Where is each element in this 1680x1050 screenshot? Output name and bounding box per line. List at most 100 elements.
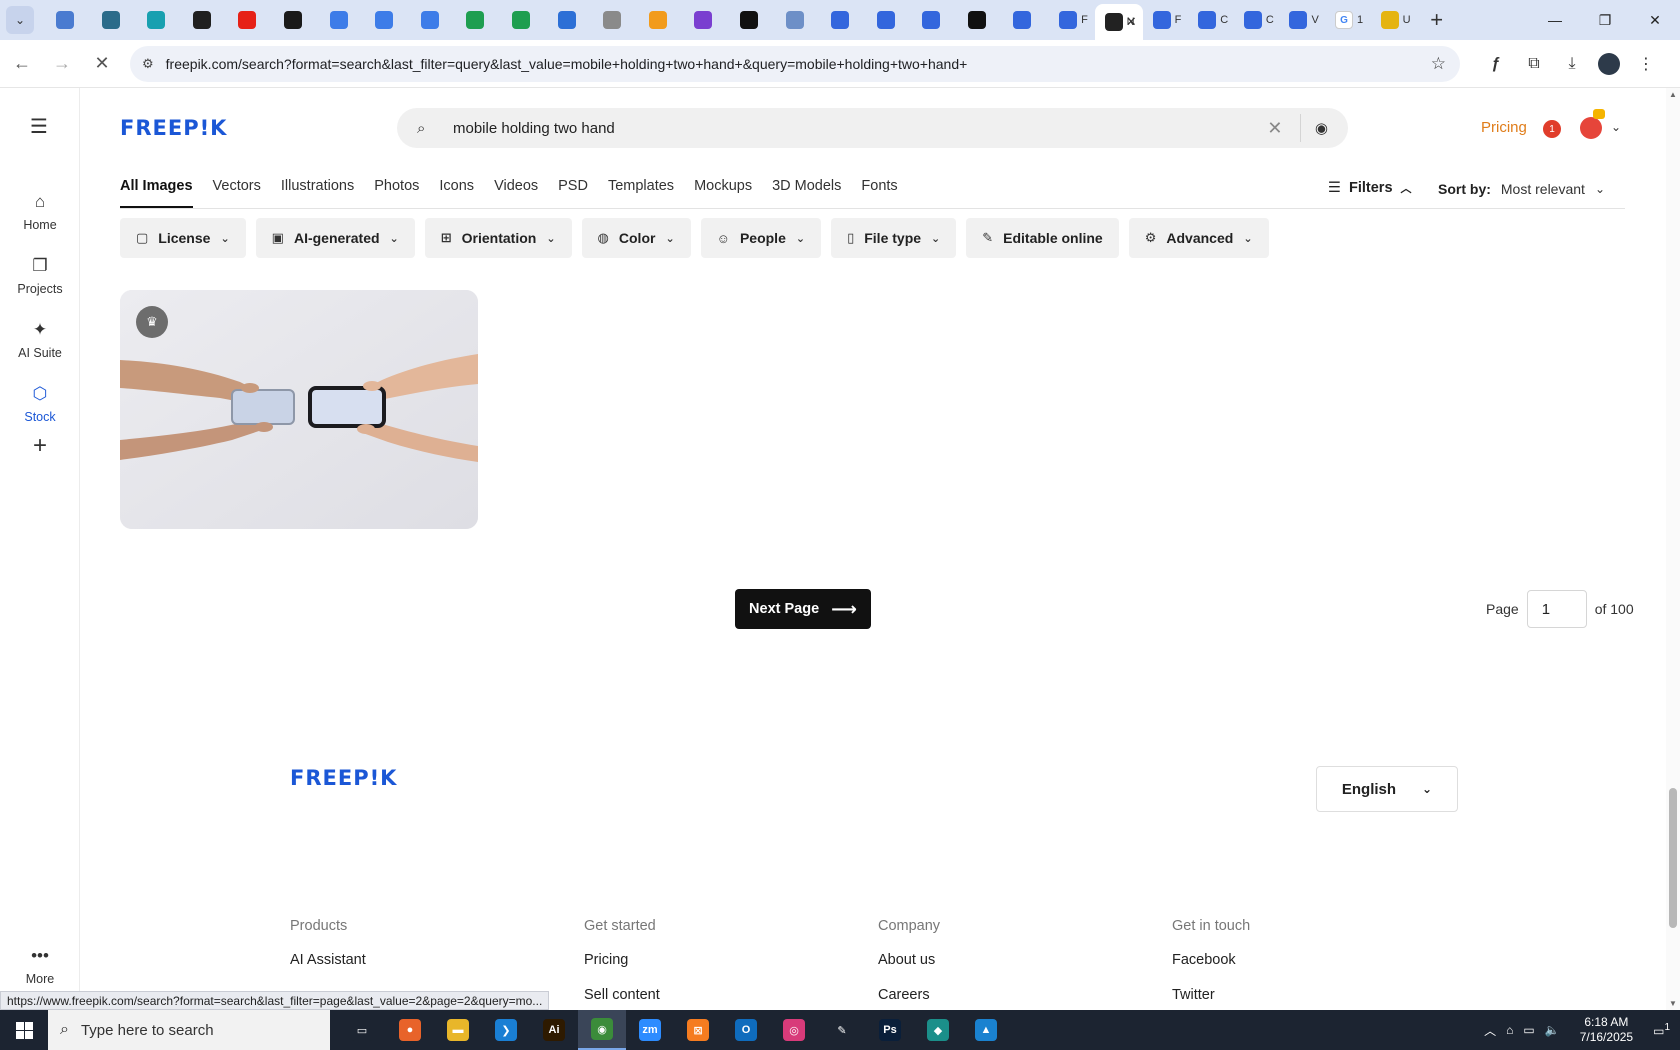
clear-search-icon[interactable]: ✕ — [1260, 118, 1290, 139]
browser-tab[interactable] — [228, 4, 274, 36]
user-avatar[interactable] — [1580, 117, 1602, 139]
browser-menu-icon[interactable]: ⋮ — [1634, 52, 1658, 76]
pricing-link[interactable]: Pricing — [1481, 119, 1527, 136]
scrollbar-thumb[interactable] — [1669, 788, 1677, 928]
browser-tab[interactable]: F — [1143, 4, 1189, 36]
scroll-up-arrow-icon[interactable]: ▲ — [1669, 90, 1677, 99]
filter-chip-file-type[interactable]: ▯ File type ⌄ — [831, 218, 957, 258]
footer-link[interactable]: Careers — [878, 987, 940, 1003]
download-icon[interactable]: ⤓ — [1560, 52, 1584, 76]
browser-tab[interactable] — [548, 4, 594, 36]
freepik-logo[interactable]: FREEP!K — [120, 116, 227, 140]
bookmark-star-icon[interactable]: ☆ — [1431, 54, 1446, 74]
page-scrollbar[interactable]: ▲ ▼ — [1666, 88, 1680, 1010]
browser-tab[interactable] — [821, 4, 867, 36]
browser-tab[interactable]: F — [1049, 4, 1095, 36]
browser-tab[interactable] — [776, 4, 822, 36]
extensions-puzzle-icon[interactable]: ⧉ — [1522, 52, 1546, 76]
category-tab-mockups[interactable]: Mockups — [694, 178, 752, 208]
tab-search-button[interactable]: ⌄ — [6, 6, 34, 34]
browser-tab[interactable] — [684, 4, 730, 36]
browser-tab[interactable] — [183, 4, 229, 36]
url-text[interactable]: freepik.com/search?format=search&last_fi… — [166, 56, 968, 72]
taskbar-app-zoom[interactable]: zm — [626, 1010, 674, 1050]
forward-button[interactable]: → — [44, 46, 80, 82]
category-tab-all-images[interactable]: All Images — [120, 178, 193, 208]
filter-chip-ai-generated[interactable]: ▣ AI-generated ⌄ — [255, 218, 415, 258]
chevron-up-icon[interactable]: ︿ — [1484, 1022, 1496, 1039]
browser-tab[interactable]: C — [1188, 4, 1234, 36]
taskbar-app-pen-tool[interactable]: ✎ — [818, 1010, 866, 1050]
browser-tab[interactable]: G1 — [1325, 4, 1371, 36]
browser-tab[interactable] — [1003, 4, 1049, 36]
rail-item-stock[interactable]: ⬡ Stock — [0, 384, 80, 424]
browser-tab[interactable]: V — [1279, 4, 1325, 36]
sort-dropdown[interactable]: Sort by: Most relevant ⌄ — [1438, 181, 1605, 197]
font-extension-icon[interactable]: ƒ — [1484, 52, 1508, 76]
category-tab-templates[interactable]: Templates — [608, 178, 674, 208]
taskbar-app-illustrator[interactable]: Ai — [530, 1010, 578, 1050]
site-info-icon[interactable]: ⚙ — [142, 56, 154, 72]
back-button[interactable]: ← — [4, 46, 40, 82]
taskbar-app-firefox[interactable]: ● — [386, 1010, 434, 1050]
add-icon[interactable]: + — [22, 428, 58, 464]
footer-freepik-logo[interactable]: FREEP!K — [290, 766, 397, 790]
taskbar-app-photoshop[interactable]: Ps — [866, 1010, 914, 1050]
next-page-button[interactable]: Next Page ⟶ — [735, 589, 871, 629]
browser-tab[interactable] — [502, 4, 548, 36]
close-window-button[interactable]: ✕ — [1630, 0, 1680, 40]
browser-tab[interactable] — [456, 4, 502, 36]
filters-toggle-button[interactable]: ☰ Filters ︿ — [1328, 180, 1412, 196]
browser-tab[interactable] — [46, 4, 92, 36]
filter-chip-people[interactable]: ☺ People ⌄ — [700, 218, 822, 258]
scroll-down-arrow-icon[interactable]: ▼ — [1669, 999, 1677, 1008]
browser-tab[interactable] — [912, 4, 958, 36]
category-tab-vectors[interactable]: Vectors — [213, 178, 261, 208]
camera-search-icon[interactable]: ◉ — [1315, 119, 1328, 137]
taskbar-search-box[interactable]: ⌕ Type here to search — [48, 1010, 330, 1050]
network-icon[interactable]: ⌂ — [1506, 1023, 1513, 1037]
display-icon[interactable]: ▭ — [1523, 1023, 1534, 1037]
filter-chip-license[interactable]: ▢ License ⌄ — [120, 218, 246, 258]
browser-tab[interactable] — [958, 4, 1004, 36]
page-number-input[interactable] — [1526, 590, 1587, 628]
language-select[interactable]: English ⌄ — [1316, 766, 1458, 812]
taskbar-app-vscode[interactable]: ❯ — [482, 1010, 530, 1050]
footer-link[interactable]: Sell content — [584, 987, 660, 1003]
minimize-button[interactable]: — — [1530, 0, 1580, 40]
footer-link[interactable]: Facebook — [1172, 952, 1250, 968]
browser-tab[interactable] — [274, 4, 320, 36]
rail-item-ai-suite[interactable]: ✦ AI Suite — [0, 320, 80, 360]
search-input[interactable] — [453, 119, 1233, 137]
category-tab-icons[interactable]: Icons — [439, 178, 474, 208]
category-tab-3d-models[interactable]: 3D Models — [772, 178, 841, 208]
notification-badge[interactable]: 1 — [1543, 120, 1561, 138]
taskbar-app-outlook[interactable]: O — [722, 1010, 770, 1050]
browser-tab[interactable] — [92, 4, 138, 36]
footer-link[interactable]: Pricing — [584, 952, 660, 968]
browser-tab[interactable] — [593, 4, 639, 36]
result-image-card[interactable]: ♛ — [120, 290, 478, 529]
footer-link[interactable]: AI Assistant — [290, 952, 366, 968]
new-tab-button[interactable]: + — [1430, 7, 1443, 33]
browser-tab[interactable]: C — [1234, 4, 1280, 36]
restore-button[interactable]: ❐ — [1580, 0, 1630, 40]
filter-chip-color[interactable]: ◍ Color ⌄ — [581, 218, 691, 258]
browser-tab[interactable] — [730, 4, 776, 36]
category-tab-fonts[interactable]: Fonts — [861, 178, 897, 208]
filter-chip-advanced[interactable]: ⚙ Advanced ⌄ — [1128, 218, 1269, 258]
taskbar-app-file-explorer[interactable]: ▬ — [434, 1010, 482, 1050]
volume-icon[interactable]: 🔈 — [1545, 1023, 1560, 1037]
rail-item-projects[interactable]: ❐ Projects — [0, 256, 80, 296]
taskbar-app-chrome[interactable]: ◉ — [578, 1010, 626, 1050]
browser-tab[interactable] — [365, 4, 411, 36]
taskbar-app-creative-cloud[interactable]: ◎ — [770, 1010, 818, 1050]
windows-start-button[interactable] — [0, 1010, 48, 1050]
address-bar[interactable]: ⚙ freepik.com/search?format=search&last_… — [130, 45, 1460, 82]
browser-tab[interactable] — [320, 4, 366, 36]
clock[interactable]: 6:18 AM 7/16/2025 — [1580, 1015, 1633, 1045]
hamburger-menu-icon[interactable]: ☰ — [30, 114, 48, 139]
filter-chip-orientation[interactable]: ⊞ Orientation ⌄ — [424, 218, 572, 258]
profile-avatar[interactable] — [1598, 52, 1620, 75]
browser-tab[interactable]: N ✕ — [1094, 4, 1143, 40]
